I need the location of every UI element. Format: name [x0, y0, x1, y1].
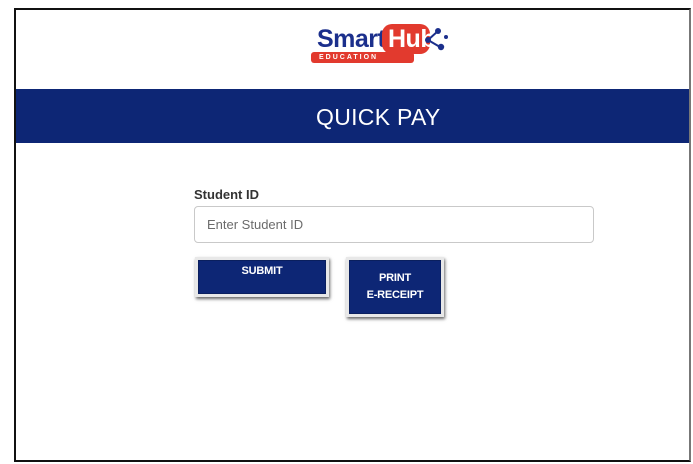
- network-nodes-icon: [425, 28, 448, 51]
- student-id-input[interactable]: [194, 206, 594, 243]
- logo-tagline: EDUCATION: [319, 54, 379, 61]
- smarthub-logo[interactable]: Smart Hub EDUCATION: [311, 22, 507, 78]
- logo-tagline-bar: EDUCATION: [311, 52, 414, 63]
- submit-button[interactable]: SUBMIT: [195, 257, 329, 297]
- logo-area: Smart Hub EDUCATION: [16, 10, 689, 90]
- logo-brand-smart: Smart: [317, 25, 386, 53]
- page-title: QUICK PAY: [316, 104, 441, 130]
- student-id-label: Student ID: [194, 187, 259, 202]
- logo-brand-hub: Hub: [382, 24, 436, 54]
- print-e-receipt-button[interactable]: PRINT E-RECEIPT: [346, 257, 444, 317]
- page-frame: Smart Hub EDUCATION QUICK PAY Student ID…: [14, 8, 691, 462]
- header-bar: QUICK PAY: [16, 89, 689, 143]
